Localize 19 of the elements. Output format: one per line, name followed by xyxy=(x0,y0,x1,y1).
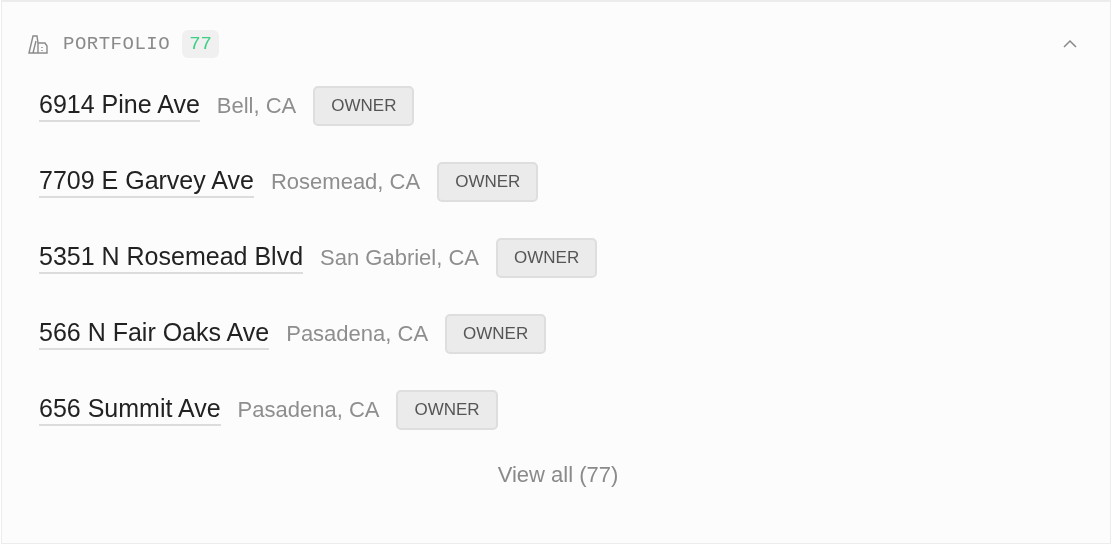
role-badge: OWNER xyxy=(396,390,498,430)
property-city: Bell, CA xyxy=(216,93,297,119)
property-address-link[interactable]: 7709 E Garvey Ave xyxy=(39,166,254,198)
section-title: PORTFOLIO xyxy=(63,33,171,55)
property-city: Pasadena, CA xyxy=(237,397,380,423)
building-icon xyxy=(27,33,49,55)
property-city: Rosemead, CA xyxy=(270,169,421,195)
role-badge: OWNER xyxy=(437,162,539,202)
role-badge: OWNER xyxy=(313,86,415,126)
property-address-link[interactable]: 5351 N Rosemead Blvd xyxy=(39,242,304,274)
count-badge: 77 xyxy=(182,30,219,58)
role-badge: OWNER xyxy=(445,314,547,354)
property-address-link[interactable]: 566 N Fair Oaks Ave xyxy=(39,318,270,350)
chevron-icon xyxy=(1062,39,1078,49)
property-address-link[interactable]: 6914 Pine Ave xyxy=(39,90,200,122)
property-city: Pasadena, CA xyxy=(286,321,429,347)
role-badge: OWNER xyxy=(496,238,598,278)
property-city: San Gabriel, CA xyxy=(320,245,479,271)
property-address-link[interactable]: 656 Summit Ave xyxy=(39,394,221,426)
